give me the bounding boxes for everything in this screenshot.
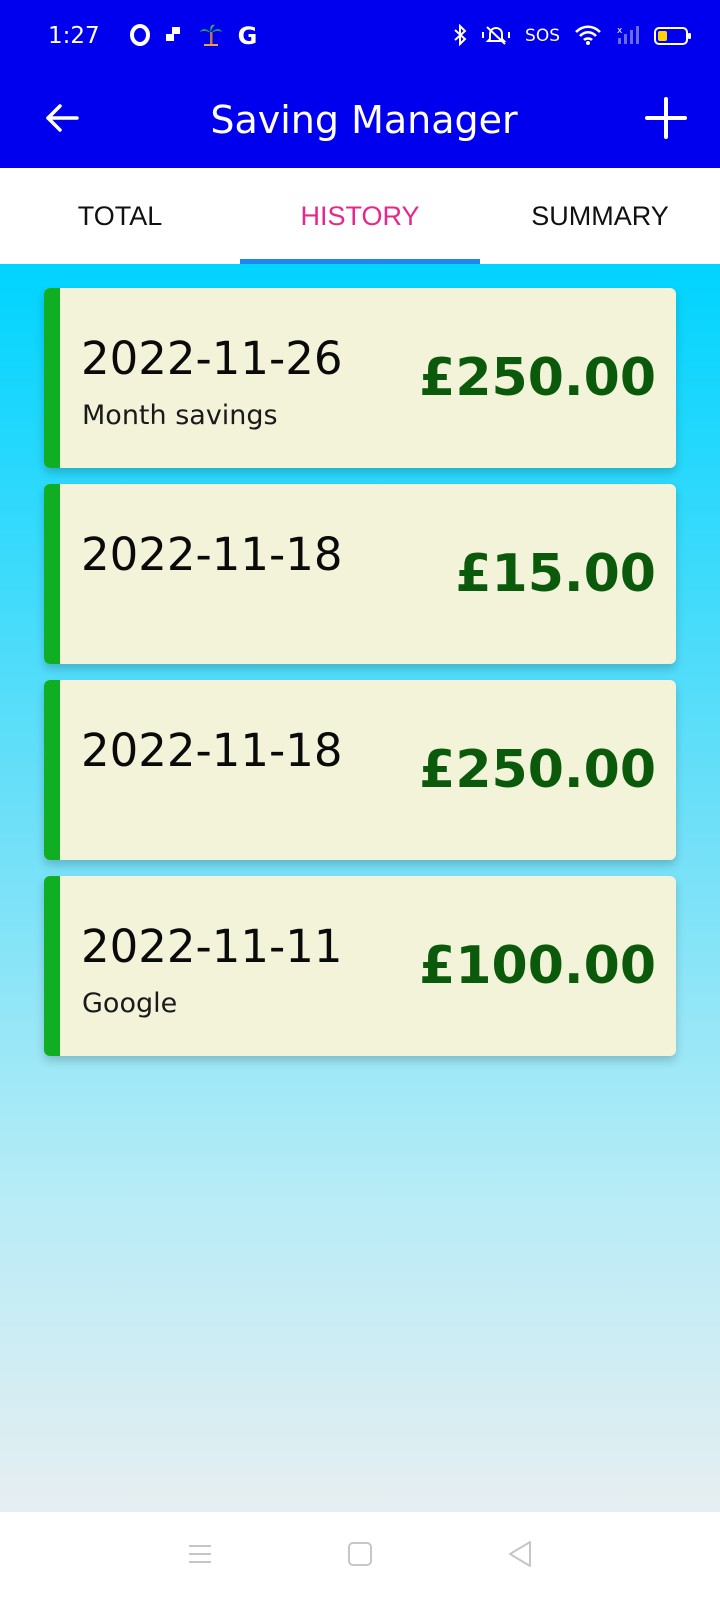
mute-icon xyxy=(481,24,511,49)
history-card[interactable]: 2022-11-26 Month savings £250.00 xyxy=(44,288,676,468)
card-note: Month savings xyxy=(82,400,278,431)
card-stripe xyxy=(44,876,60,1056)
arrow-left-icon xyxy=(44,102,80,138)
history-card[interactable]: 2022-11-11 Google £100.00 xyxy=(44,876,676,1056)
bluetooth-icon xyxy=(453,23,467,49)
status-bar: 1:27 G SOS x xyxy=(0,0,720,72)
tab-bar: TOTAL HISTORY SUMMARY xyxy=(0,168,720,264)
card-amount: £250.00 xyxy=(419,348,656,408)
tab-summary[interactable]: SUMMARY xyxy=(480,168,720,264)
card-date: 2022-11-11 xyxy=(81,920,343,973)
history-list[interactable]: 2022-11-26 Month savings £250.00 2022-11… xyxy=(0,264,720,1512)
wifi-icon xyxy=(574,24,602,49)
signal-icon: x xyxy=(616,24,640,49)
battery-icon xyxy=(654,27,691,45)
plus-icon xyxy=(645,97,687,143)
home-square-icon xyxy=(346,1540,374,1572)
sos-label: SOS xyxy=(525,26,560,46)
menu-icon xyxy=(186,1542,214,1570)
history-card[interactable]: 2022-11-18 £250.00 xyxy=(44,680,676,860)
recent-apps-button[interactable] xyxy=(170,1526,230,1586)
back-button[interactable] xyxy=(34,92,90,148)
app-icon xyxy=(164,25,184,48)
card-date: 2022-11-18 xyxy=(81,528,343,581)
system-back-button[interactable] xyxy=(490,1526,550,1586)
card-note: Google xyxy=(82,988,178,1019)
svg-text:x: x xyxy=(617,26,623,36)
add-button[interactable] xyxy=(638,92,694,148)
page-title: Saving Manager xyxy=(210,98,518,142)
tab-history[interactable]: HISTORY xyxy=(240,168,480,264)
card-amount: £100.00 xyxy=(419,936,656,996)
home-button[interactable] xyxy=(330,1526,390,1586)
card-date: 2022-11-18 xyxy=(81,724,343,777)
tab-total[interactable]: TOTAL xyxy=(0,168,240,264)
back-triangle-icon xyxy=(506,1539,534,1573)
status-time: 1:27 xyxy=(48,23,100,49)
card-date: 2022-11-26 xyxy=(81,332,343,385)
card-amount: £15.00 xyxy=(455,544,656,604)
card-stripe xyxy=(44,680,60,860)
google-icon: G xyxy=(237,22,258,50)
status-right: SOS x xyxy=(453,23,691,49)
card-stripe xyxy=(44,484,60,664)
palm-tree-icon xyxy=(198,23,224,50)
status-left: 1:27 G xyxy=(48,23,257,50)
app-bar: Saving Manager xyxy=(0,72,720,168)
card-stripe xyxy=(44,288,60,468)
card-amount: £250.00 xyxy=(419,740,656,800)
opera-icon xyxy=(129,23,150,49)
system-nav-bar xyxy=(0,1512,720,1600)
history-card[interactable]: 2022-11-18 £15.00 xyxy=(44,484,676,664)
